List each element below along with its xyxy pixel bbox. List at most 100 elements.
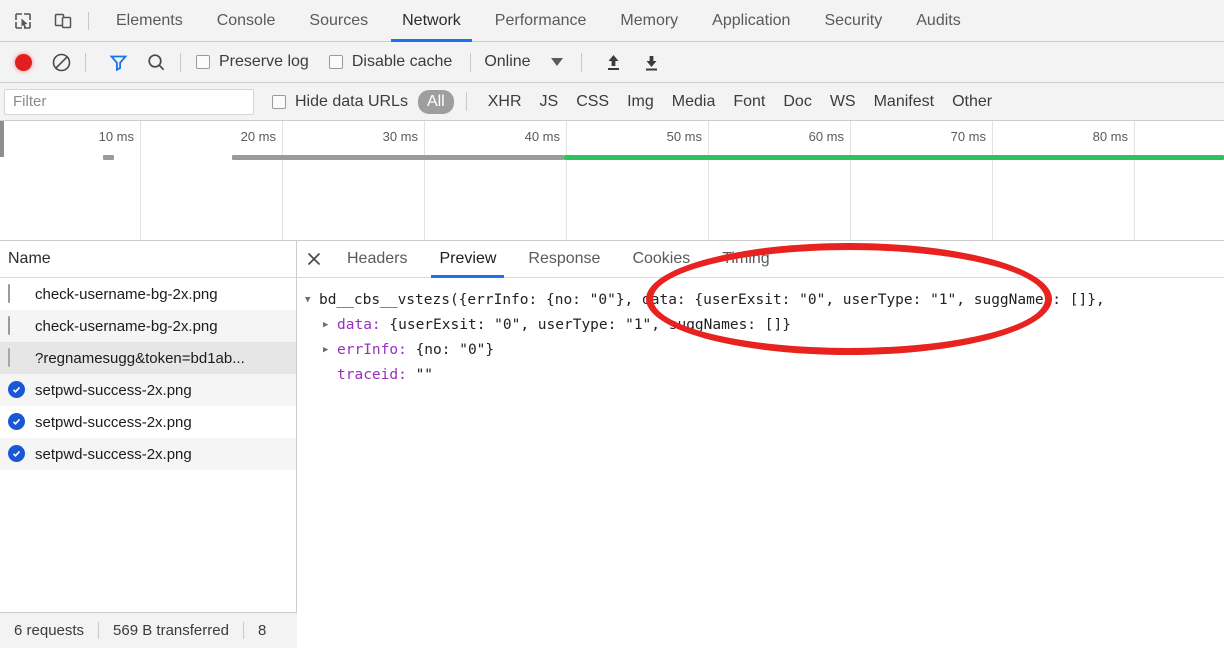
filter-type-css[interactable]: CSS [567, 90, 618, 114]
overview-tick-label: 60 ms [808, 129, 844, 144]
tab-sources[interactable]: Sources [292, 0, 385, 42]
tab-audits[interactable]: Audits [899, 0, 977, 42]
request-row[interactable]: check-username-bg-2x.png [0, 278, 296, 310]
overview-tick-label: 50 ms [666, 129, 702, 144]
overview-gridline [850, 121, 851, 240]
hide-data-urls-checkbox[interactable]: Hide data URLs [272, 93, 408, 111]
request-row[interactable]: setpwd-success-2x.png [0, 406, 296, 438]
overview-gridline [566, 121, 567, 240]
disable-cache-checkbox[interactable]: Disable cache [328, 53, 453, 71]
json-key: errInfo: [337, 342, 407, 358]
clear-icon[interactable] [46, 47, 76, 77]
overview-gridline [992, 121, 993, 240]
status-transferred: 569 B transferred [113, 622, 229, 639]
column-header-name: Name [8, 250, 51, 267]
filter-type-img[interactable]: Img [618, 90, 663, 114]
json-line-traceid[interactable]: traceid: "" [305, 363, 1224, 388]
checkbox-box [328, 55, 343, 69]
inspect-element-icon[interactable] [6, 4, 40, 38]
record-icon[interactable] [8, 47, 38, 77]
tab-memory[interactable]: Memory [603, 0, 695, 42]
network-control-bar: Preserve log Disable cache Online [0, 42, 1224, 83]
filter-type-font[interactable]: Font [724, 90, 774, 114]
device-toolbar-icon[interactable] [46, 4, 80, 38]
filter-divider [465, 92, 467, 111]
filter-type-js[interactable]: JS [531, 90, 568, 114]
json-value: {userExsit: "0", userType: "1", suggName… [389, 317, 791, 333]
detail-tab-bar: Headers Preview Response Cookies Timing [297, 241, 1224, 278]
export-har-icon[interactable] [637, 47, 667, 77]
tab-elements[interactable]: Elements [99, 0, 200, 42]
filter-type-other[interactable]: Other [943, 90, 1001, 114]
json-line-data[interactable]: ▶ data: {userExsit: "0", userType: "1", … [305, 313, 1224, 338]
request-row[interactable]: check-username-bg-2x.png [0, 310, 296, 342]
overview-request-bar [232, 155, 564, 160]
chevron-down-icon [550, 58, 563, 66]
throttle-select[interactable]: Online [480, 53, 563, 71]
disable-cache-label: Disable cache [351, 53, 453, 70]
filter-type-manifest[interactable]: Manifest [865, 90, 943, 114]
xhr-request-icon [8, 444, 25, 462]
detail-tab-headers[interactable]: Headers [331, 241, 423, 278]
filter-type-xhr[interactable]: XHR [479, 90, 531, 114]
network-filter-bar: Filter Hide data URLs All XHR JS CSS Img… [0, 83, 1224, 121]
tab-label: Network [402, 11, 461, 29]
json-line-root[interactable]: ▼ bd__cbs__vstezs ({errInfo: {no: "0"}, d… [305, 288, 1224, 313]
network-timeline-overview[interactable]: 10 ms 20 ms 30 ms 40 ms 50 ms 60 ms 70 ms 80 ms [0, 121, 1224, 241]
disclosure-triangle-icon[interactable]: ▶ [323, 313, 337, 338]
request-type-icon [8, 347, 25, 368]
request-list-header[interactable]: Name [0, 241, 296, 278]
tab-application[interactable]: Application [695, 0, 807, 42]
filter-type-all[interactable]: All [417, 89, 454, 114]
request-rows-container: check-username-bg-2x.png check-username-b… [0, 278, 296, 470]
document-file-icon [8, 347, 10, 367]
tab-performance[interactable]: Performance [478, 0, 604, 42]
request-type-icon [8, 380, 25, 400]
tab-label: Application [712, 11, 791, 29]
request-row[interactable]: setpwd-success-2x.png [0, 374, 296, 406]
image-file-icon [8, 315, 10, 335]
overview-tick-label: 10 ms [98, 129, 134, 144]
overview-gridline [424, 121, 425, 240]
control-divider-4 [580, 52, 582, 72]
detail-tab-preview[interactable]: Preview [423, 241, 512, 278]
image-file-icon [8, 283, 10, 303]
request-row[interactable]: ?regnamesugg&token=bd1ab... [0, 342, 296, 374]
tab-network[interactable]: Network [385, 0, 478, 42]
network-status-bar: 6 requests 569 B transferred 8 [0, 612, 297, 648]
filter-type-doc[interactable]: Doc [774, 90, 820, 114]
import-har-icon[interactable] [599, 47, 629, 77]
overview-left-handle[interactable] [0, 121, 4, 157]
request-name: check-username-bg-2x.png [35, 317, 218, 335]
disclosure-triangle-icon[interactable]: ▼ [305, 288, 319, 313]
tab-label: Security [824, 11, 883, 29]
json-line-errinfo[interactable]: ▶ errInfo: {no: "0"} [305, 338, 1224, 363]
detail-tab-response[interactable]: Response [512, 241, 616, 278]
detail-tab-cookies[interactable]: Cookies [616, 241, 706, 278]
request-type-icon [8, 315, 25, 336]
filter-type-media[interactable]: Media [663, 90, 725, 114]
request-name: check-username-bg-2x.png [35, 285, 218, 303]
json-root-value: ({errInfo: {no: "0"}, data: {userExsit: … [449, 292, 1105, 308]
preserve-log-checkbox[interactable]: Preserve log [196, 53, 309, 71]
jsonp-callback-name: bd__cbs__vstezs [319, 292, 450, 308]
overview-gridline [1134, 121, 1135, 240]
json-key: data: [337, 317, 381, 333]
tab-console[interactable]: Console [200, 0, 293, 42]
request-name: setpwd-success-2x.png [35, 445, 192, 463]
filter-type-ws[interactable]: WS [821, 90, 865, 114]
request-row[interactable]: setpwd-success-2x.png [0, 438, 296, 470]
disclosure-triangle-icon[interactable]: ▶ [323, 338, 337, 363]
request-name: ?regnamesugg&token=bd1ab... [35, 349, 245, 367]
overview-tick-label: 30 ms [382, 129, 418, 144]
filter-icon[interactable] [103, 47, 133, 77]
detail-tab-timing[interactable]: Timing [706, 241, 785, 278]
filter-input[interactable]: Filter [4, 88, 254, 115]
control-divider [85, 52, 86, 72]
overview-tick-label: 20 ms [240, 129, 276, 144]
tab-security[interactable]: Security [807, 0, 899, 42]
search-icon[interactable] [141, 47, 171, 77]
tab-label: Memory [620, 11, 679, 29]
tab-label: Performance [494, 11, 587, 29]
close-icon[interactable] [297, 241, 331, 277]
